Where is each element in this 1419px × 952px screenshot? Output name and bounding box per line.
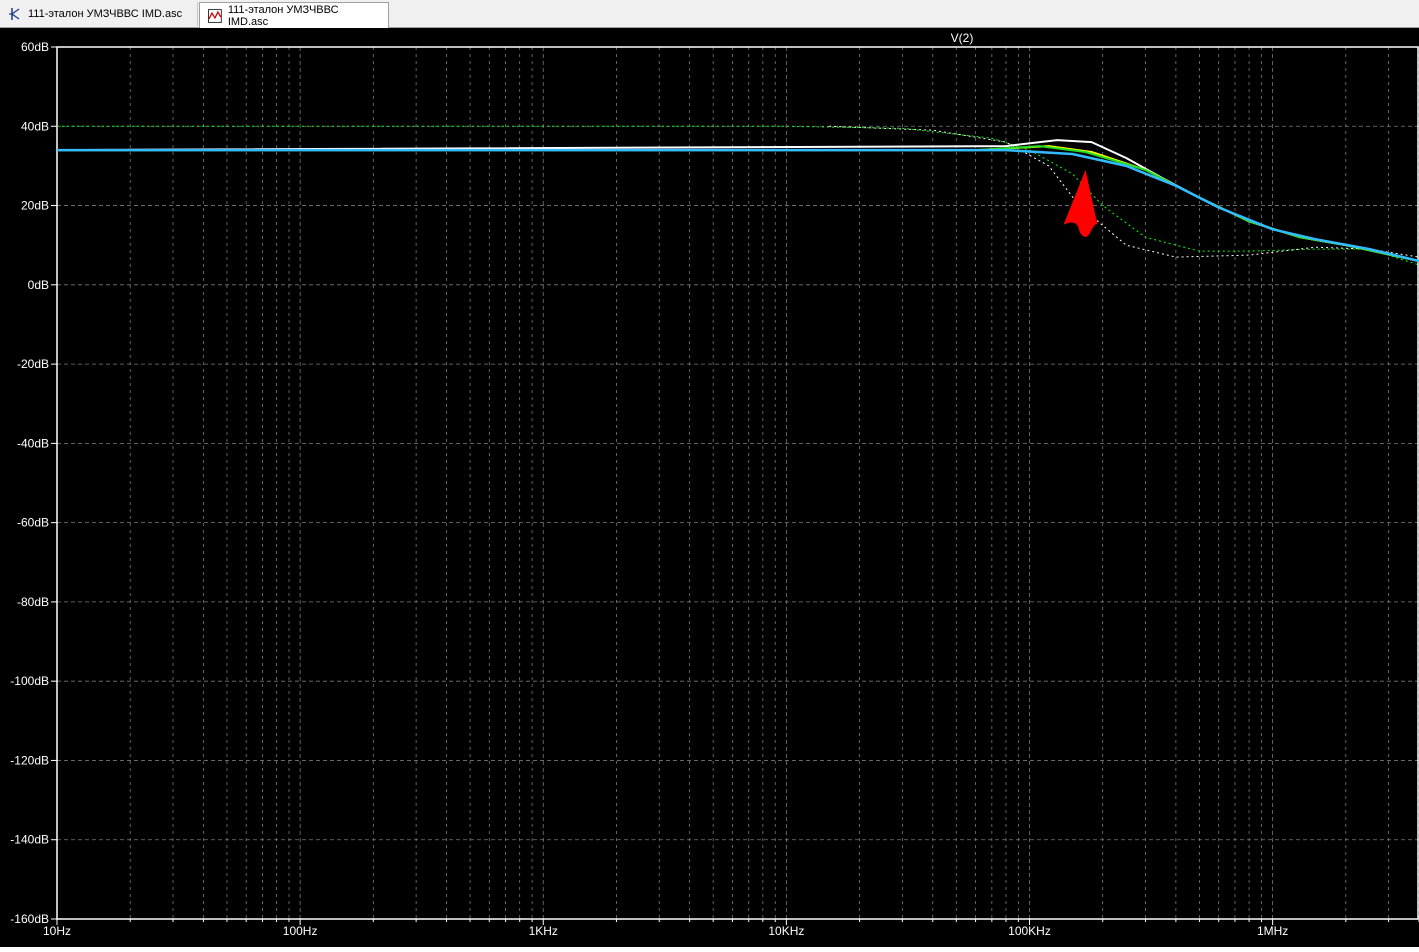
y-tick-label: -60dB xyxy=(17,516,49,530)
y-tick-label: -140dB xyxy=(10,833,49,847)
y-tick-label: 60dB xyxy=(21,40,49,54)
x-tick-label: 10Hz xyxy=(43,924,71,938)
y-tick-label: -120dB xyxy=(10,753,49,767)
x-tick-label: 100KHz xyxy=(1008,924,1051,938)
plot-frame xyxy=(56,46,1419,920)
y-tick-label: -20dB xyxy=(17,357,49,371)
series-line xyxy=(57,145,1419,262)
document-tab-bar: 111-эталон УМЗЧВВС IMD.asc 111-эталон УМ… xyxy=(0,0,1419,28)
plot-pane[interactable]: 60dB 40dB 20dB 0dB -20dB -40dB -60dB -80dB -100d… xyxy=(0,28,1419,947)
y-tick-label: -80dB xyxy=(17,595,49,609)
waveform-icon xyxy=(208,8,222,23)
x-tick-label: 1KHz xyxy=(529,924,558,938)
y-tick-label: -100dB xyxy=(10,674,49,688)
tab-schematic[interactable]: 111-эталон УМЗЧВВС IMD.asc xyxy=(0,2,198,26)
series-line xyxy=(57,145,1419,262)
y-tick-label: 20dB xyxy=(21,199,49,213)
y-tick-label: 0dB xyxy=(28,278,49,292)
y-tick-label: 40dB xyxy=(21,119,49,133)
x-tick-label: 1MHz xyxy=(1257,924,1288,938)
bode-plot[interactable]: 60dB 40dB 20dB 0dB -20dB -40dB -60dB -80dB -100d… xyxy=(0,28,1419,947)
series-line xyxy=(56,139,1419,262)
red-arrow-annotation xyxy=(1063,169,1098,237)
tab-waveform[interactable]: 111-эталон УМЗЧВВС IMD.asc xyxy=(199,2,389,28)
schematic-icon xyxy=(9,8,20,20)
tab-label: 111-эталон УМЗЧВВС IMD.asc xyxy=(227,3,339,28)
y-tick-label: -40dB xyxy=(17,436,49,450)
x-tick-label: 10KHz xyxy=(768,924,804,938)
plot-title[interactable]: V(2) xyxy=(951,31,974,45)
tab-label: 111-эталон УМЗЧВВС IMD.asc xyxy=(28,8,183,20)
x-tick-label: 100Hz xyxy=(283,924,318,938)
